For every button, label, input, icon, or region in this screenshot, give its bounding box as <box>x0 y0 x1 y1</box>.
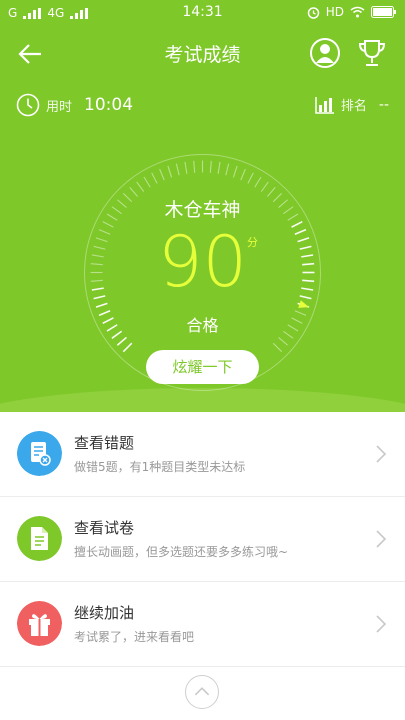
list-item-exam-paper[interactable]: 查看试卷 擅长动画题，但多选题还要多多练习哦~ <box>0 497 405 582</box>
gauge-tick <box>122 342 133 353</box>
gauge-tick <box>278 337 289 346</box>
gauge-tick <box>184 161 188 174</box>
result-hero: G 4G 14:31 HD 考试成绩 用时 10:04 排名 -- 木仓车神 9… <box>0 0 405 412</box>
exam-paper-icon <box>17 516 62 561</box>
time-label: 用时 <box>46 99 73 115</box>
gauge-tick <box>254 176 262 188</box>
action-list: 查看错题 做错5题，有1种题目类型未达标 查看试卷 擅长动画题，但多选题还要多多… <box>0 412 405 667</box>
driver-title: 木仓车神 <box>164 199 241 221</box>
chevron-up-icon[interactable] <box>185 675 219 709</box>
gauge-tick <box>159 168 165 181</box>
gauge-tick <box>232 165 238 178</box>
page-title: 考试成绩 <box>164 44 241 66</box>
gift-icon <box>17 601 62 646</box>
share-button[interactable]: 炫耀一下 <box>146 350 259 384</box>
rank-label: 排名 <box>340 99 367 114</box>
alarm-icon <box>307 6 319 19</box>
rank: 排名 -- <box>315 95 389 114</box>
pass-status: 合格 <box>186 316 219 335</box>
time-value: 10:04 <box>84 95 134 115</box>
gauge-tick <box>136 181 145 192</box>
item-subtitle: 做错5题，有1种题目类型未达标 <box>74 460 246 474</box>
chevron-right-icon <box>376 530 387 548</box>
gauge-tick <box>272 342 283 353</box>
wifi-icon <box>350 6 365 18</box>
rank-chart-icon <box>315 96 334 114</box>
nav-bar: 考试成绩 <box>0 30 405 76</box>
item-title: 查看错题 <box>74 434 135 452</box>
gauge-tick <box>209 160 212 173</box>
gauge-tick <box>240 168 246 181</box>
status-bar: G 4G 14:31 HD <box>0 0 405 26</box>
battery-icon <box>371 6 396 18</box>
item-title: 查看试卷 <box>74 519 135 537</box>
user-icon[interactable] <box>309 37 341 69</box>
item-subtitle: 擅长动画题，但多选题还要多多练习哦~ <box>74 545 289 559</box>
wrong-questions-icon <box>17 431 62 476</box>
gauge-tick <box>116 336 127 346</box>
trophy-icon[interactable] <box>356 37 388 69</box>
score-unit: 分 <box>247 236 258 249</box>
gauge-tick <box>95 302 108 308</box>
list-item-keep-going[interactable]: 继续加油 考试累了，进来看看吧 <box>0 582 405 667</box>
gauge-tick <box>151 172 158 184</box>
gauge-tick <box>175 163 180 176</box>
gauge-tick <box>143 176 151 188</box>
gauge-tick <box>193 160 196 173</box>
rank-value: -- <box>378 96 389 113</box>
gauge-tick <box>167 165 173 178</box>
chevron-right-icon <box>376 615 387 633</box>
gauge-tick <box>225 163 230 176</box>
time-used: 用时 10:04 <box>16 93 133 117</box>
gauge-tick <box>217 161 221 174</box>
list-item-wrong-questions[interactable]: 查看错题 做错5题，有1种题目类型未达标 <box>0 412 405 497</box>
hd-label: HD <box>325 5 344 19</box>
item-title: 继续加油 <box>74 604 135 622</box>
chevron-right-icon <box>376 445 387 463</box>
clock-icon <box>16 93 40 117</box>
item-subtitle: 考试累了，进来看看吧 <box>74 630 195 644</box>
gauge-tick <box>247 172 254 184</box>
gauge-tick <box>260 181 269 192</box>
score-value: 90 <box>157 221 248 303</box>
